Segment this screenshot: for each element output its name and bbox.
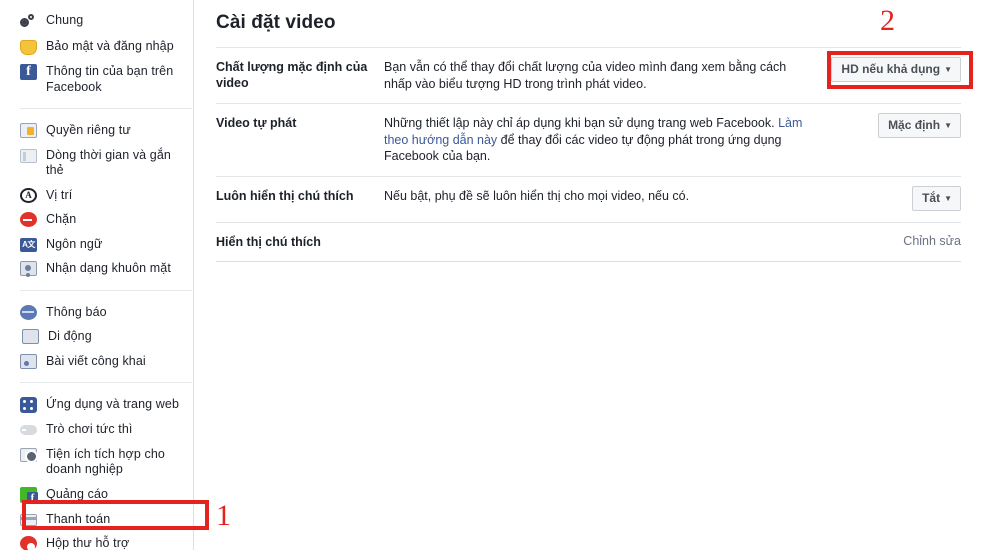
sidebar-item-label: Nhận dạng khuôn mặt [46,261,171,275]
shield-icon [20,40,37,55]
sidebar-divider [20,108,192,109]
setting-label: Chất lượng mặc định của video [216,60,368,90]
setting-control-cell: Tắt ▼ [831,176,961,222]
setting-description: Nếu bật, phụ đề sẽ luôn hiển thị cho mọi… [384,188,690,203]
block-icon [20,212,37,227]
setting-control-cell: Mặc định ▼ [831,104,961,177]
sidebar-item-ng-d-ng-v-trang-web[interactable]: Ứng dụng và trang web [0,392,193,417]
sidebar-item-label: Quyền riêng tư [46,123,131,137]
sidebar-item-label: Hộp thư hỗ trợ [46,536,130,550]
settings-main-panel: Cài đặt video Chất lượng mặc định của vi… [194,0,989,550]
gamepad-icon [20,425,37,435]
sidebar-item-h-p-th-h-tr[interactable]: Hộp thư hỗ trợ [0,531,193,550]
sidebar-item-ng-n-ng[interactable]: A文 Ngôn ngữ [0,232,193,257]
rss-icon [20,353,37,369]
setting-control-cell: Chỉnh sửa [831,222,961,261]
sidebar-group: Thông báo Di động Bài viết công khai [0,298,193,376]
sidebar-item-th-ng-tin-c-a-b-n-tr-n-facebook[interactable]: f Thông tin của bạn trên Facebook [0,59,193,99]
facebook-icon: f [20,64,37,80]
globe-icon [20,304,37,320]
settings-sidebar: Chung Bảo mật và đăng nhập f Thông tin của … [0,0,194,550]
sidebar-item-b-o-m-t-v-ng-nh-p[interactable]: Bảo mật và đăng nhập [0,34,193,59]
annotation-marker-2: 2 [880,4,895,37]
setting-label: Video tự phát [216,116,297,130]
sidebar-item-tr-ch-i-t-c-th[interactable]: Trò chơi tức thì [0,417,193,442]
location-icon: A [20,187,37,203]
settings-row: Video tự phát Những thiết lập này chỉ áp … [216,103,961,177]
dropdown-label: HD nếu khả dụng [841,62,941,76]
face-recognition-icon [20,261,37,276]
life-ring-icon [20,536,37,550]
sidebar-item-b-i-vi-t-c-ng-khai[interactable]: Bài viết công khai [0,349,193,374]
dropdown-1[interactable]: Mặc định ▼ [878,113,961,138]
annotation-marker-1: 1 [216,499,231,532]
dropdown-label: Mặc định [888,118,941,132]
sidebar-item-d-ng-th-i-gian-v-g-n-th[interactable]: Dòng thời gian và gắn thẻ [0,143,193,183]
sidebar-item-quy-n-ri-ng-t[interactable]: Quyền riêng tư [0,118,193,143]
sidebar-item-label: Di động [48,329,92,343]
sidebar-item-label: Chặn [46,212,77,226]
sidebar-item-label: Bài viết công khai [46,353,146,368]
sidebar-item-label: Thông tin của bạn trên Facebook [46,64,174,94]
sidebar-item-label: Ngôn ngữ [46,236,103,251]
sidebar-item-v-tr[interactable]: A Vị trí [0,183,193,208]
sidebar-item-label: Ứng dụng và trang web [46,397,180,411]
settings-row: Hiển thị chú thích Chỉnh sửa [216,222,961,261]
sidebar-item-label: Trò chơi tức thì [46,422,133,436]
setting-label: Luôn hiển thị chú thích [216,188,354,203]
chevron-down-icon: ▼ [944,121,952,130]
sidebar-item-label: Thông báo [46,304,107,319]
sidebar-divider [20,382,192,383]
sidebar-item-label: Dòng thời gian và gắn thẻ [46,147,171,178]
sidebar-item-label: Chung [46,13,84,27]
sidebar-item-label: Vị trí [46,187,73,202]
mobile-icon [22,329,39,344]
sidebar-item-thanh-to-n[interactable]: Thanh toán [0,507,193,532]
sidebar-item-label: Quảng cáo [46,486,109,501]
language-icon: A文 [20,237,37,252]
sidebar-item-label: Thanh toán [46,511,111,526]
sidebar-group: Ứng dụng và trang web Trò chơi tức thì Tiệ… [0,390,193,550]
setting-description: Bạn vẫn có thể thay đổi chất lượng của v… [384,60,787,91]
settings-row: Chất lượng mặc định của video Bạn vẫn có … [216,47,961,104]
sidebar-item-ch-n[interactable]: Chặn [0,207,193,232]
description-text: Những thiết lập này chỉ áp dụng khi bạn … [384,116,779,130]
dropdown-2[interactable]: Tắt ▼ [912,185,961,211]
chevron-down-icon: ▼ [944,193,952,203]
apps-icon [20,397,37,413]
video-settings-table: Chất lượng mặc định của video Bạn vẫn có … [216,47,961,262]
page-title: Cài đặt video [216,12,336,33]
setting-control-cell: HD nếu khả dụng ▼ [831,48,961,104]
business-tools-icon [20,447,38,463]
sidebar-item-label: Bảo mật và đăng nhập [46,39,174,53]
sidebar-item-label: Tiện ích tích hợp cho doanh nghiệp [46,446,165,477]
setting-description: Những thiết lập này chỉ áp dụng khi bạn … [384,104,831,177]
sidebar-item-th-ng-b-o[interactable]: Thông báo [0,300,193,325]
sidebar-item-nh-n-d-ng-khu-n-m-t[interactable]: Nhận dạng khuôn mặt [0,256,193,281]
sidebar-item-ti-n-ch-t-ch-h-p-cho-doanh-nghi-p[interactable]: Tiện ích tích hợp cho doanh nghiệp [0,442,193,482]
ads-icon [20,486,38,504]
gear-icon [20,13,37,30]
dropdown-0[interactable]: HD nếu khả dụng ▼ [831,57,961,82]
timeline-icon [20,148,37,163]
setting-description [384,222,831,261]
payment-card-icon [20,513,37,526]
sidebar-item-di-ng[interactable]: Di động [0,324,193,349]
settings-row: Luôn hiển thị chú thích Nếu bật, phụ đề s… [216,176,961,222]
sidebar-item-chung[interactable]: Chung [0,8,193,34]
edit-link[interactable]: Chỉnh sửa [903,234,961,248]
lock-icon [20,123,37,138]
sidebar-divider [20,289,192,291]
sidebar-group: Quyền riêng tư Dòng thời gian và gắn thẻ A… [0,116,193,283]
sidebar-item-qu-ng-c-o[interactable]: Quảng cáo [0,482,193,507]
sidebar-group: Chung Bảo mật và đăng nhập f Thông tin của … [0,6,193,101]
setting-label: Hiển thị chú thích [216,234,321,249]
dropdown-label: Tắt [922,190,941,205]
chevron-down-icon: ▼ [944,65,952,74]
settings-page: Chung Bảo mật và đăng nhập f Thông tin của … [0,0,989,550]
